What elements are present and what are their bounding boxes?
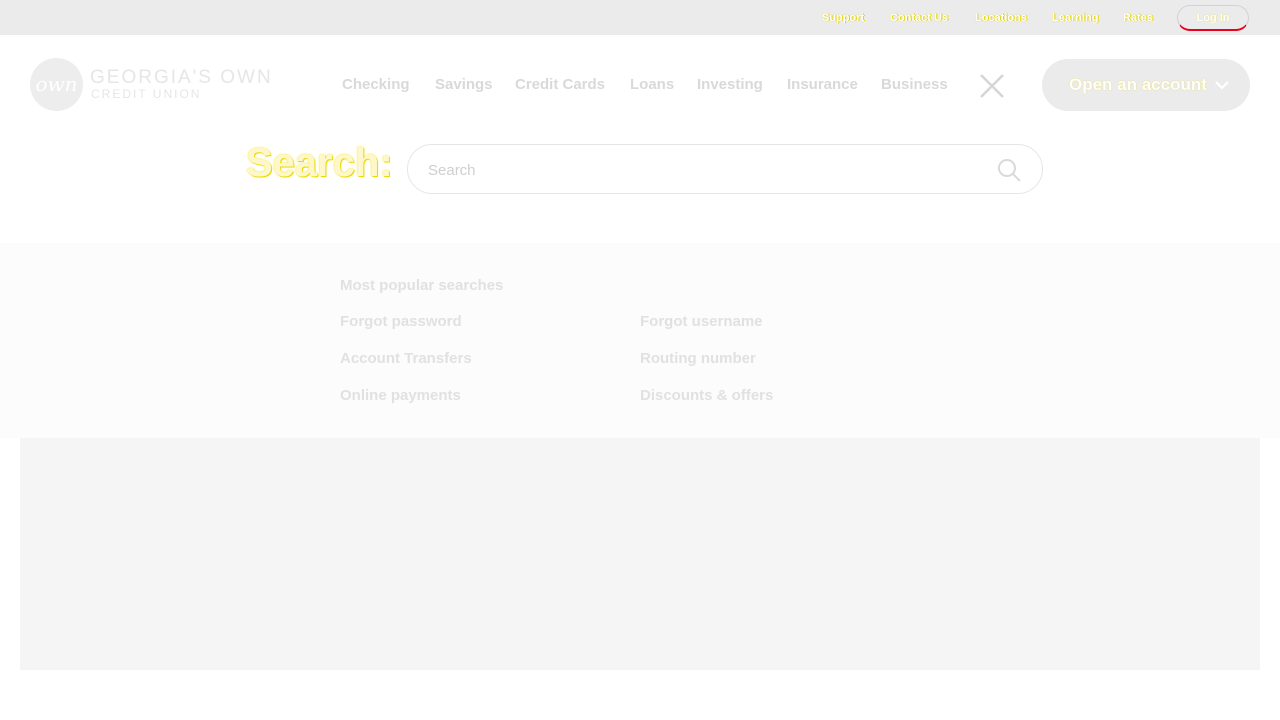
logo-name: GEORGIA'S OWN	[90, 67, 273, 88]
popular-searches-heading: Most popular searches	[340, 277, 504, 294]
nav-item-insurance[interactable]: Insurance	[787, 76, 858, 93]
nav-item-savings[interactable]: Savings	[435, 76, 493, 93]
popular-link-discounts-offers[interactable]: Discounts & offers	[640, 387, 773, 404]
chevron-down-icon	[1214, 78, 1230, 90]
content-placeholder-block	[20, 438, 1260, 670]
logo-mark: own	[30, 58, 83, 111]
popular-searches-panel: Most popular searches Forgot password Fo…	[0, 243, 1280, 438]
search-icon[interactable]	[996, 157, 1022, 183]
utility-link-learning[interactable]: Learning	[1052, 12, 1098, 24]
login-button[interactable]: Log In	[1177, 5, 1249, 31]
open-account-label: Open an account	[1069, 75, 1207, 94]
logo-subtitle: CREDIT UNION	[91, 87, 202, 101]
open-account-button[interactable]: Open an account	[1042, 59, 1250, 111]
popular-link-forgot-password[interactable]: Forgot password	[340, 313, 462, 330]
utility-link-contact-us[interactable]: Contact Us	[890, 12, 948, 24]
nav-item-investing[interactable]: Investing	[697, 76, 763, 93]
utility-bar: Support Contact Us Locations Learning Ra…	[0, 0, 1280, 35]
utility-link-rates[interactable]: Rates	[1123, 12, 1153, 24]
popular-link-account-transfers[interactable]: Account Transfers	[340, 350, 472, 367]
nav-item-checking[interactable]: Checking	[342, 76, 410, 93]
search-input[interactable]	[428, 159, 988, 181]
utility-link-locations[interactable]: Locations	[975, 12, 1027, 24]
nav-item-loans[interactable]: Loans	[630, 76, 674, 93]
search-heading: Search:	[246, 141, 393, 185]
popular-link-routing-number[interactable]: Routing number	[640, 350, 756, 367]
search-box	[407, 144, 1043, 194]
popular-link-forgot-username[interactable]: Forgot username	[640, 313, 763, 330]
popular-link-online-payments[interactable]: Online payments	[340, 387, 461, 404]
utility-link-support[interactable]: Support	[822, 12, 864, 24]
nav-item-credit-cards[interactable]: Credit Cards	[515, 76, 605, 93]
close-icon[interactable]	[979, 73, 1005, 99]
nav-item-business[interactable]: Business	[881, 76, 948, 93]
logo-mark-text: own	[35, 72, 78, 96]
